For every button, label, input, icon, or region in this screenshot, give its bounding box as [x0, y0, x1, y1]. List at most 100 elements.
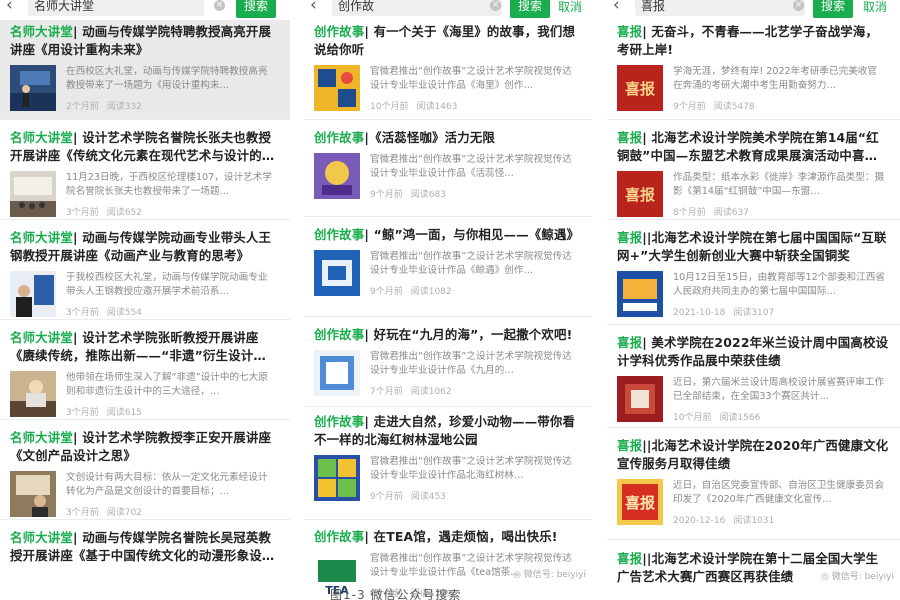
list-item[interactable]: 创作故事| 好玩在“九月的海”，一起撒个欢吧! 官微君推出“创作故事”之设计艺术…	[304, 317, 592, 407]
article-title: 喜报| 北海艺术设计学院美术学院在第14届“红铜鼓”中国—东盟艺术教育成果展演活…	[617, 130, 879, 163]
article-summary: 学海无涯，梦终有岸! 2022年考研季已完美收官在奔涌的考研大潮中考生用勤奋努力…	[673, 66, 877, 91]
figure-caption: 图1-3 微信公众号搜索	[330, 588, 462, 600]
article-title: 创作故事| 有一个关于《海里》的故事，我们想说给你听	[314, 24, 576, 57]
article-meta: 9个月前 阅读5478	[673, 102, 755, 112]
article-meta: 3个月前 阅读615	[66, 408, 142, 418]
article-thumbnail	[10, 371, 56, 417]
article-summary: 他带领在场师生深入了解“非遗”设计中的七大原则和非遗衍生设计中的三大途径，…	[66, 372, 268, 397]
article-title: 名师大讲堂| 设计艺术学院教授李正安开展讲座《文创产品设计之思》	[10, 430, 272, 463]
search-button[interactable]: 搜索	[813, 0, 853, 18]
article-summary: 官微君推出“创作故事”之设计艺术学院视觉传达设计专业毕业设计作品《鲸遇》创作…	[370, 251, 572, 276]
article-title: 创作故事| “鲸”鸿一面，与你相见——《鲸遇》	[314, 227, 580, 242]
article-summary: 近日，自治区党委宣传部、自治区卫生健康委员会印发了《2020年广西健康文化宣传…	[673, 480, 885, 505]
article-thumbnail	[617, 271, 663, 317]
cancel-button[interactable]: 取消	[863, 0, 887, 15]
article-title: 创作故事| 好玩在“九月的海”，一起撒个欢吧!	[314, 327, 573, 342]
article-summary: 作品类型：纸本水彩《徙岸》李津源作品类型：摄影《第14届“红铜鼓”中国—东盟…	[673, 172, 885, 197]
xibao-thumb-text: 喜报	[625, 186, 655, 204]
article-meta: 2020-12-16 阅读1031	[673, 516, 775, 526]
article-thumbnail: 喜报	[617, 479, 663, 525]
search-button[interactable]: 搜索	[510, 0, 550, 18]
article-title: 喜报| 无奋斗，不青春——北艺学子奋战学海，考研上岸!	[617, 24, 879, 57]
article-meta: 8个月前 阅读637	[673, 208, 749, 218]
search-result-panel-3: ‹ 喜报 × 搜索 取消 喜报| 无奋斗，不青春——北艺学子奋战学海，考研上岸!…	[607, 0, 900, 600]
list-item[interactable]: 名师大讲堂| 设计艺术学院张昕教授开展讲座《赓续传统，推陈出新——“非遗”衍生设…	[0, 320, 290, 420]
search-bar: ‹ 创作故 × 搜索 取消	[304, 0, 592, 20]
article-summary: 官微君推出“创作故事”之设计艺术学院视觉传达设计专业毕业设计作品《海里》创作…	[370, 66, 572, 91]
back-arrow-icon[interactable]: ‹	[310, 0, 317, 15]
list-item[interactable]: 喜报| 美术学院在2022年米兰设计周中国高校设计学科优秀作品展中荣获佳绩 近日…	[607, 325, 900, 428]
article-meta: 10个月前 阅读1566	[673, 413, 761, 423]
article-meta: 9个月前 阅读683	[370, 190, 446, 200]
article-meta: 3个月前 阅读652	[66, 208, 142, 218]
article-thumbnail: 喜报	[617, 171, 663, 217]
article-title: 名师大讲堂| 动画与传媒学院特聘教授高亮开展讲座《用设计重构未来》	[10, 24, 272, 57]
search-button[interactable]: 搜索	[236, 0, 276, 18]
list-item[interactable]: 创作故事|《活蕊怪咖》活力无限 官微君推出“创作故事”之设计艺术学院视觉传达设计…	[304, 120, 592, 217]
search-input[interactable]: 喜报	[635, 0, 805, 16]
article-title: 名师大讲堂| 动画与传媒学院动画专业带头人王钢教授开展讲座《动画产业与教育的思考…	[10, 230, 272, 263]
search-input[interactable]: 创作故	[332, 0, 502, 16]
article-meta: 2个月前 阅读332	[66, 102, 142, 112]
list-item[interactable]: 名师大讲堂| 动画与传媒学院名誉院长吴冠英教授开展讲座《基于中国传统文化的动漫形…	[0, 520, 290, 600]
article-thumbnail	[10, 65, 56, 111]
list-item[interactable]: 名师大讲堂| 动画与传媒学院动画专业带头人王钢教授开展讲座《动画产业与教育的思考…	[0, 220, 290, 320]
article-summary: 11月23日晚，于西校区伦理楼107，设计艺术学院名誉院长张夫也教授带来了一场题…	[66, 172, 272, 197]
back-arrow-icon[interactable]: ‹	[613, 0, 620, 15]
article-thumbnail	[314, 350, 360, 396]
back-arrow-icon[interactable]: ‹	[6, 0, 13, 15]
article-summary: 官微君推出“创作故事”之设计艺术学院视觉传达设计专业毕业设计作品《活蕊怪…	[370, 154, 572, 179]
wechat-icon: ◎	[512, 570, 524, 580]
search-result-panel-2: ‹ 创作故 × 搜索 取消 创作故事| 有一个关于《海里》的故事，我们想说给你听…	[304, 0, 592, 600]
wechat-icon: ◎	[820, 572, 832, 582]
article-meta: 7个月前 阅读1062	[370, 387, 452, 397]
article-thumbnail	[10, 171, 56, 217]
clear-icon[interactable]: ×	[793, 0, 804, 11]
clear-icon[interactable]: ×	[490, 0, 501, 11]
search-bar: ‹ 喜报 × 搜索 取消	[607, 0, 900, 20]
list-item[interactable]: 喜报||北海艺术设计学院在第七届中国国际“互联网+”大学生创新创业大赛中斩获全国…	[607, 220, 900, 325]
list-item[interactable]: 名师大讲堂| 设计艺术学院教授李正安开展讲座《文创产品设计之思》 文创设计有两大…	[0, 420, 290, 520]
article-title: 名师大讲堂| 设计艺术学院名誉院长张夫也教授开展讲座《传统文化元素在现代艺术与设…	[10, 130, 275, 163]
xibao-thumb-text: 喜报	[625, 80, 655, 98]
watermark: ◎ 微信号: beiyiyi	[512, 570, 586, 580]
list-item[interactable]: 创作故事| “鲸”鸿一面，与你相见——《鲸遇》 官微君推出“创作故事”之设计艺术…	[304, 217, 592, 317]
article-title: 创作故事| 走进大自然，珍爱小动物——带你看不一样的北海红树林湿地公园	[314, 414, 576, 447]
article-summary: 官微君推出“创作故事”之设计艺术学院视觉传达设计专业毕业设计作品《九月的…	[370, 351, 572, 376]
list-item[interactable]: 喜报||北海艺术设计学院在2020年广西健康文化宣传服务月取得佳绩 喜报 近日，…	[607, 428, 900, 540]
search-result-panel-1: ‹ 名师大讲堂 × 搜索 名师大讲堂| 动画与传媒学院特聘教授高亮开展讲座《用设…	[0, 0, 290, 600]
article-summary: 官微君推出“创作故事”之设计艺术学院视觉传达设计专业毕业设计作品北海红树林…	[370, 456, 572, 481]
article-meta: 2021-10-18 阅读3107	[673, 308, 775, 318]
article-thumbnail	[10, 271, 56, 317]
watermark: ◎ 微信号: beiyiyi	[820, 572, 894, 582]
list-item[interactable]: 创作故事| 有一个关于《海里》的故事，我们想说给你听 官微君推出“创作故事”之设…	[304, 20, 592, 120]
list-item[interactable]: 名师大讲堂| 设计艺术学院名誉院长张夫也教授开展讲座《传统文化元素在现代艺术与设…	[0, 120, 290, 220]
search-input[interactable]: 名师大讲堂	[28, 0, 204, 16]
article-summary: 文创设计有两大目标：依从一定文化元素经设计转化为产品是文创设计的首要目标；…	[66, 472, 268, 497]
article-meta: 9个月前 阅读453	[370, 492, 446, 502]
article-title: 喜报||北海艺术设计学院在2020年广西健康文化宣传服务月取得佳绩	[617, 438, 889, 471]
clear-icon[interactable]: ×	[214, 0, 225, 11]
article-meta: 3个月前 阅读702	[66, 508, 142, 518]
list-item[interactable]: 创作故事| 走进大自然，珍爱小动物——带你看不一样的北海红树林湿地公园 官微君推…	[304, 407, 592, 520]
article-summary: 10月12日至15日，由教育部等12个部委和江西省人民政府共同主办的第七届中国国…	[673, 272, 885, 297]
cancel-button[interactable]: 取消	[558, 0, 582, 15]
list-item[interactable]: 名师大讲堂| 动画与传媒学院特聘教授高亮开展讲座《用设计重构未来》 在西校区大礼…	[0, 20, 290, 120]
article-meta: 9个月前 阅读1082	[370, 287, 452, 297]
article-thumbnail	[314, 455, 360, 501]
article-thumbnail	[314, 250, 360, 296]
list-item[interactable]: 喜报| 无奋斗，不青春——北艺学子奋战学海，考研上岸! 喜报 学海无涯，梦终有岸…	[607, 20, 900, 120]
article-thumbnail	[314, 65, 360, 111]
article-title: 喜报| 美术学院在2022年米兰设计周中国高校设计学科优秀作品展中荣获佳绩	[617, 335, 889, 368]
list-item[interactable]: 喜报| 北海艺术设计学院美术学院在第14届“红铜鼓”中国—东盟艺术教育成果展演活…	[607, 120, 900, 220]
search-bar: ‹ 名师大讲堂 × 搜索	[0, 0, 290, 20]
article-title: 喜报||北海艺术设计学院在第七届中国国际“互联网+”大学生创新创业大赛中斩获全国…	[617, 230, 887, 263]
article-meta: 3个月前 阅读554	[66, 308, 142, 318]
article-thumbnail	[617, 376, 663, 422]
article-summary: 在西校区大礼堂，动画与传媒学院特聘教授高亮教授带来了一场题为《用设计重构未…	[66, 66, 268, 91]
screenshot-collage: ‹ 名师大讲堂 × 搜索 名师大讲堂| 动画与传媒学院特聘教授高亮开展讲座《用设…	[0, 0, 900, 600]
article-title: 名师大讲堂| 设计艺术学院张昕教授开展讲座《赓续传统，推陈出新——“非遗”衍生设…	[10, 330, 266, 363]
xibao-thumb-text: 喜报	[625, 494, 655, 512]
article-meta: 10个月前 阅读1463	[370, 102, 458, 112]
article-thumbnail: 喜报	[617, 65, 663, 111]
